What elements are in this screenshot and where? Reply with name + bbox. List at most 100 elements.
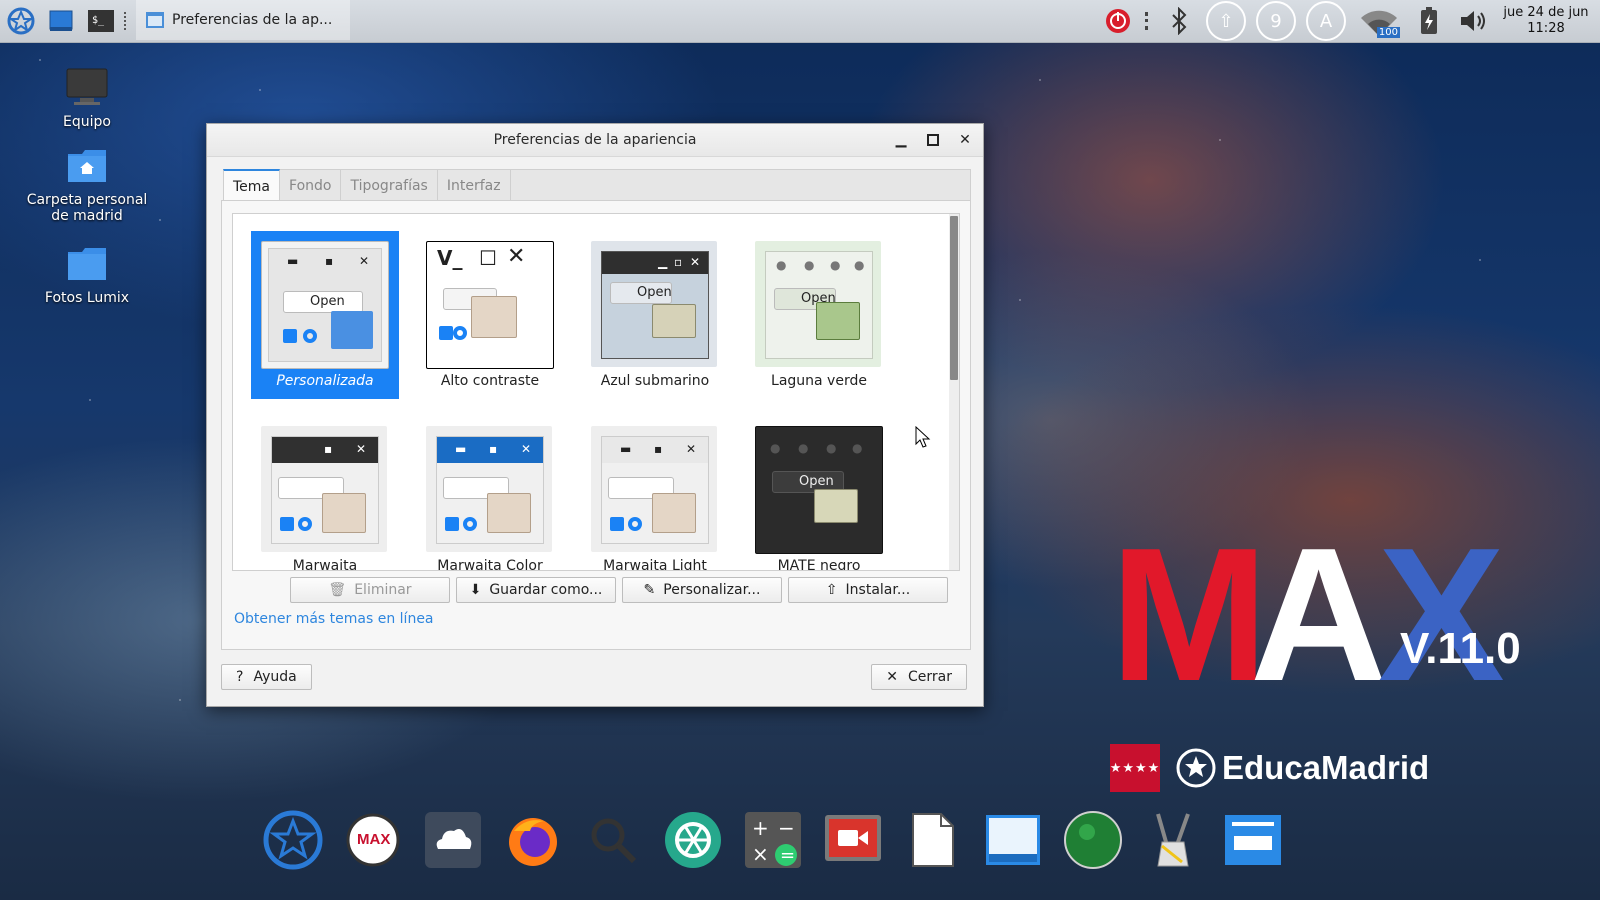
menu-icon: ●	[852, 441, 863, 455]
dock-cloud-icon[interactable]	[422, 809, 484, 871]
dock-window-icon[interactable]	[982, 809, 1044, 871]
keyboard-layout-indicator[interactable]: A	[1306, 1, 1346, 41]
dock-show-desktop-icon[interactable]	[1222, 809, 1284, 871]
dock: MAX + − × =	[262, 800, 1284, 880]
theme-grid-scrollbar[interactable]	[949, 214, 959, 570]
theme-label: Marwaita Light	[603, 558, 707, 571]
show-desktop-icon[interactable]	[44, 4, 78, 38]
window-title: Preferencias de la apariencia	[493, 132, 697, 148]
close-icon: ✕	[359, 254, 370, 268]
theme-marwaita[interactable]: ▪ ✕ Marwaita	[251, 416, 399, 570]
taskbar-window-button[interactable]: Preferencias de la ap...	[136, 0, 351, 40]
help-button[interactable]: ? Ayuda	[221, 664, 312, 690]
scrollbar-thumb[interactable]	[950, 216, 958, 380]
theme-thumbnail: ▬ ▪ ✕	[426, 426, 552, 552]
bluetooth-icon[interactable]	[1162, 4, 1196, 38]
folder-icon	[814, 489, 858, 523]
desktop-icon-fotos-lumix[interactable]: Fotos Lumix	[22, 246, 152, 306]
tab-tipografias[interactable]: Tipografías	[341, 169, 438, 203]
minimize-icon: ●	[776, 258, 787, 272]
minimize-icon: ▁	[895, 132, 907, 148]
theme-label: Alto contraste	[440, 373, 540, 389]
desktop-icon-computer[interactable]: Equipo	[22, 68, 152, 130]
dock-cleaner-icon[interactable]	[1142, 809, 1204, 871]
customize-button[interactable]: ✎ Personalizar...	[622, 577, 782, 603]
tab-bar: Tema Fondo Tipografías Interfaz	[223, 169, 511, 204]
maximize-icon: ●	[804, 258, 815, 272]
window-titlebar[interactable]: Preferencias de la apariencia ▁ ✕	[207, 124, 983, 157]
tab-interfaz[interactable]: Interfaz	[437, 169, 511, 203]
folder-icon	[471, 296, 517, 338]
dock-max-inside-icon[interactable]: MAX	[342, 809, 404, 871]
clock[interactable]: jue 24 de jun 11:28	[1500, 5, 1592, 37]
theme-marwaita-color[interactable]: ▬ ▪ ✕ Marwaita Color	[416, 416, 564, 570]
checkbox-icon	[439, 326, 453, 340]
maximize-icon: ▪	[324, 442, 333, 456]
install-button[interactable]: ⇧ Instalar...	[788, 577, 948, 603]
menu-launcher-icon[interactable]	[4, 4, 38, 38]
minimize-icon: ▁	[658, 255, 668, 269]
folder-icon	[331, 311, 373, 349]
svg-text:+: +	[752, 816, 769, 840]
theme-thumbnail: V_ ☐ ✕	[426, 241, 554, 369]
theme-alto-contraste[interactable]: V_ ☐ ✕ Alto contraste	[416, 231, 564, 399]
get-more-themes-link[interactable]: Obtener más temas en línea	[234, 611, 434, 627]
folder-icon	[816, 302, 860, 340]
max-letter-a: A	[1250, 509, 1388, 721]
tab-strip	[497, 169, 971, 203]
folder-icon	[652, 493, 696, 533]
mouse-pointer-icon	[915, 425, 931, 452]
help-icon: ?	[236, 669, 244, 685]
maximize-icon: ▪	[654, 442, 663, 456]
theme-laguna-verde[interactable]: ● ● ● ● Open Laguna verde	[745, 231, 893, 399]
theme-mate-negro[interactable]: ● ● ● ● Open MATE negro	[745, 416, 893, 570]
tab-tema[interactable]: Tema	[223, 169, 281, 204]
theme-thumbnail: ▬ ▪ ✕ Open	[261, 241, 389, 369]
educamadrid-logo: ★★★★ EducaMadrid	[1110, 744, 1429, 792]
save-icon: ⬇	[469, 582, 482, 598]
dock-camera-aperture-icon[interactable]	[662, 809, 724, 871]
folder-icon	[652, 304, 696, 338]
theme-personalizada[interactable]: ▬ ▪ ✕ Open Personalizada	[251, 231, 399, 399]
upload-icon: ⇧	[825, 582, 838, 598]
dock-launcher-icon[interactable]	[262, 809, 324, 871]
theme-grid[interactable]: ▬ ▪ ✕ Open Personalizada V_ ☐ ✕ Alto con…	[232, 213, 960, 571]
maximize-button[interactable]	[921, 128, 945, 152]
close-icon: ●	[826, 441, 837, 455]
desktop-icon-home-folder[interactable]: Carpeta personal de madrid	[22, 148, 152, 224]
workspace-indicator[interactable]: 9	[1256, 1, 1296, 41]
checkbox-icon	[610, 517, 624, 531]
minimize-icon: ▬	[287, 254, 299, 268]
tema-page: ▬ ▪ ✕ Open Personalizada V_ ☐ ✕ Alto con…	[221, 200, 971, 650]
dock-text-editor-icon[interactable]	[902, 809, 964, 871]
close-icon: ✕	[507, 244, 526, 269]
pencil-icon: ✎	[643, 582, 656, 598]
tab-fondo[interactable]: Fondo	[280, 169, 342, 203]
save-as-button[interactable]: ⬇ Guardar como...	[456, 577, 616, 603]
folder-icon	[487, 493, 531, 533]
close-button[interactable]: ✕	[953, 128, 977, 152]
dock-green-orb-icon[interactable]	[1062, 809, 1124, 871]
minimize-icon: V_	[437, 246, 463, 270]
top-panel: $_ Preferencias de la ap... ⇧ 9 A 100 ju…	[0, 0, 1600, 43]
dock-video-icon[interactable]	[822, 809, 884, 871]
battery-icon[interactable]	[1412, 4, 1446, 38]
theme-marwaita-light[interactable]: ▬ ▪ ✕ Marwaita Light	[581, 416, 729, 571]
minimize-button[interactable]: ▁	[889, 128, 913, 152]
terminal-icon[interactable]: $_	[84, 4, 118, 38]
update-indicator-icon[interactable]: ⇧	[1206, 1, 1246, 41]
close-icon: ✕	[959, 132, 971, 148]
volume-icon[interactable]	[1456, 4, 1490, 38]
theme-thumbnail: ● ● ● ● Open	[755, 241, 881, 367]
power-alert-icon[interactable]	[1101, 4, 1135, 38]
checkbox-icon	[283, 329, 297, 343]
help-label: Ayuda	[253, 669, 297, 685]
theme-azul-submarino[interactable]: ▁ ▫ ✕ Open Azul submarino	[581, 231, 729, 399]
dock-search-icon[interactable]	[582, 809, 644, 871]
wifi-icon[interactable]: 100	[1356, 4, 1402, 38]
delete-theme-button[interactable]: 🗑 Eliminar	[290, 577, 450, 603]
dock-firefox-icon[interactable]	[502, 809, 564, 871]
dock-calculator-icon[interactable]: + − × =	[742, 809, 804, 871]
close-label: Cerrar	[908, 669, 952, 685]
close-dialog-button[interactable]: ✕ Cerrar	[871, 664, 967, 690]
